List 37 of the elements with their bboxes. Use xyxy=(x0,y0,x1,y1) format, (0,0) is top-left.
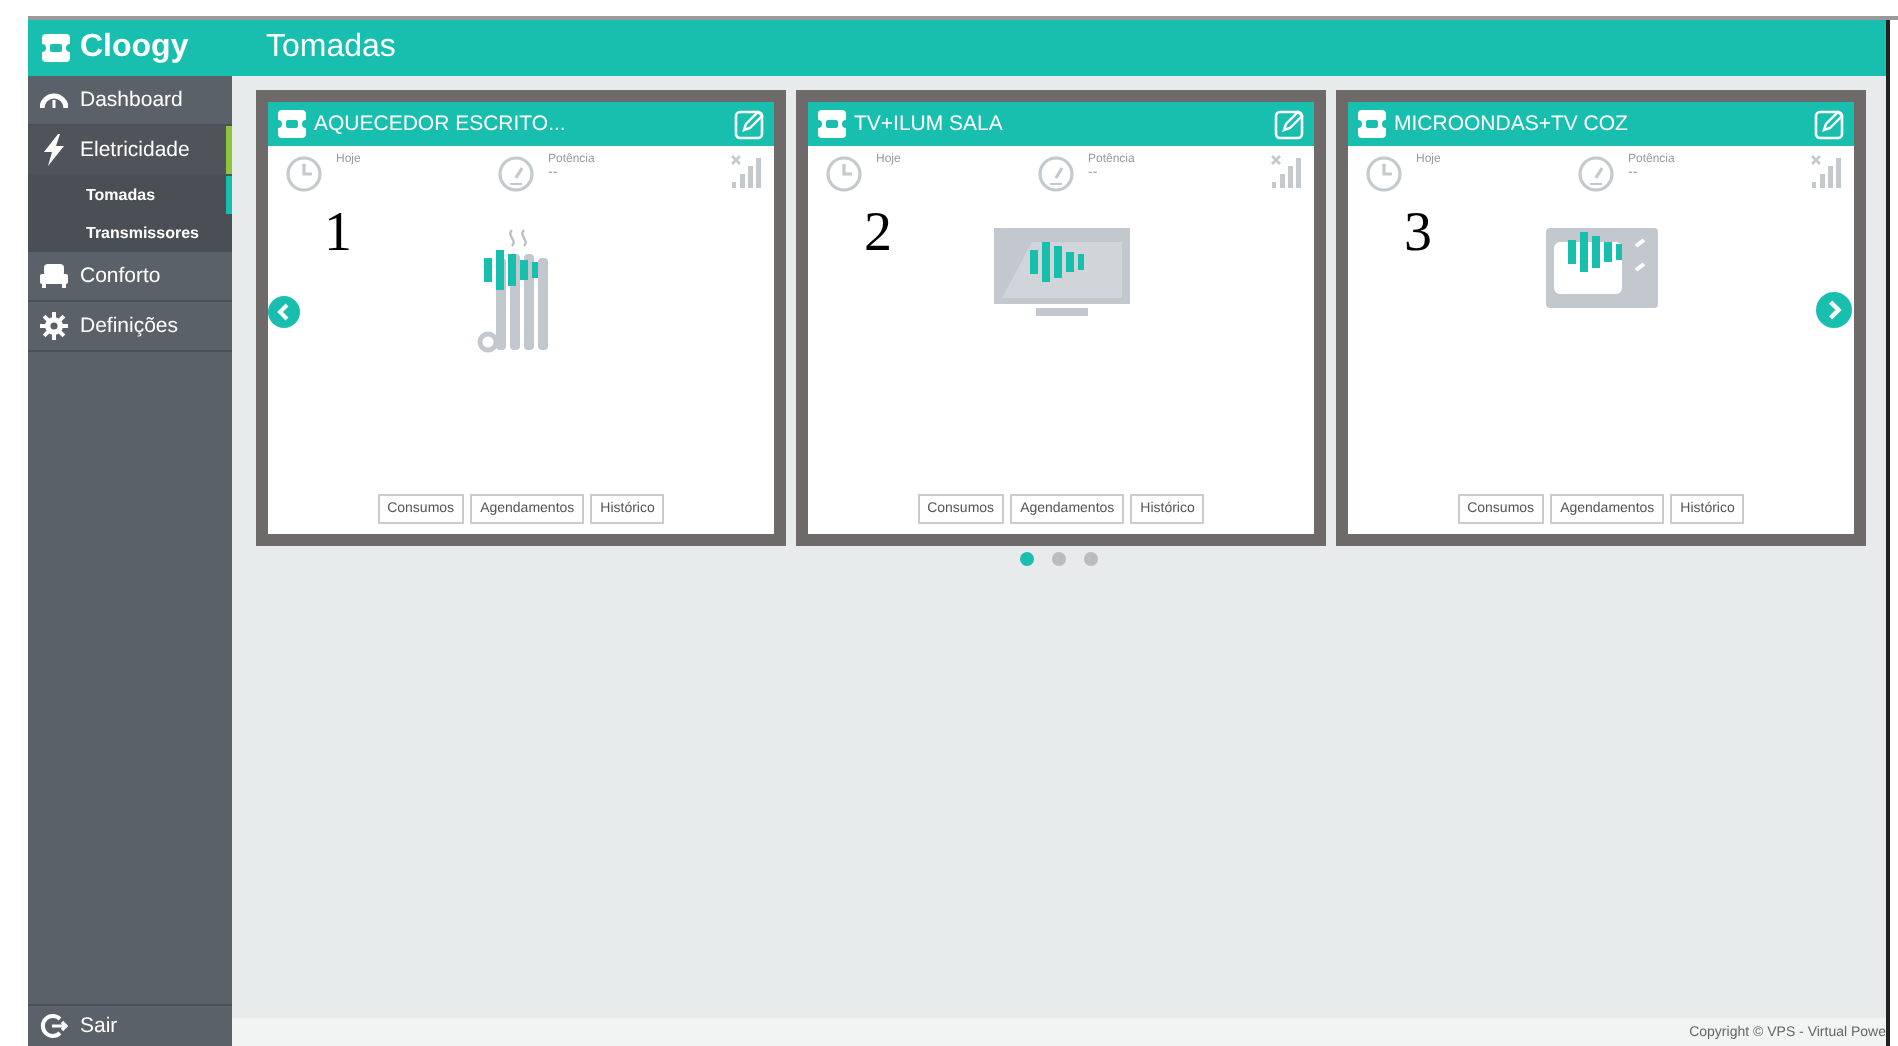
page-dot[interactable] xyxy=(1052,552,1066,566)
settings-icon xyxy=(40,312,68,340)
lightning-icon xyxy=(40,134,68,166)
page-title: Tomadas xyxy=(266,30,396,66)
annotation-number: 1 xyxy=(324,202,352,266)
gauge-icon xyxy=(1036,154,1076,194)
app-logo: Cloogy xyxy=(80,30,189,66)
plug-icon xyxy=(276,108,308,140)
device-name: MICROONDAS+TV COZ xyxy=(1394,112,1630,136)
plug-icon xyxy=(1356,108,1388,140)
gauge-icon xyxy=(496,154,536,194)
clock-icon xyxy=(824,154,864,194)
edit-icon[interactable] xyxy=(734,108,766,140)
clock-icon xyxy=(284,154,324,194)
page-dot[interactable] xyxy=(1084,552,1098,566)
gauge-icon xyxy=(1576,154,1616,194)
logo-icon xyxy=(40,32,72,64)
annotation-number: 3 xyxy=(1404,202,1432,266)
page-dot[interactable] xyxy=(1020,552,1034,566)
edit-icon[interactable] xyxy=(1274,108,1306,140)
armchair-icon xyxy=(40,264,68,288)
signal-icon xyxy=(730,154,762,190)
microwave-drawing xyxy=(1543,226,1659,310)
sidebar-subitem[interactable]: Transmissores xyxy=(28,214,232,252)
signal-icon xyxy=(1270,154,1302,190)
device-name: AQUECEDOR ESCRITO... xyxy=(314,112,568,136)
edit-icon[interactable] xyxy=(1814,108,1846,140)
signal-icon xyxy=(1810,154,1842,190)
television-drawing xyxy=(991,226,1131,322)
sidebar-subitem[interactable]: Tomadas xyxy=(28,176,232,214)
gauge-icon xyxy=(40,90,68,110)
sidebar-item[interactable]: Eletricidade xyxy=(28,126,232,176)
annotation-number: 2 xyxy=(864,202,892,266)
device-name: TV+ILUM SALA xyxy=(854,112,1005,136)
clock-icon xyxy=(1364,154,1404,194)
plug-icon xyxy=(816,108,848,140)
logout-icon xyxy=(40,1012,68,1040)
